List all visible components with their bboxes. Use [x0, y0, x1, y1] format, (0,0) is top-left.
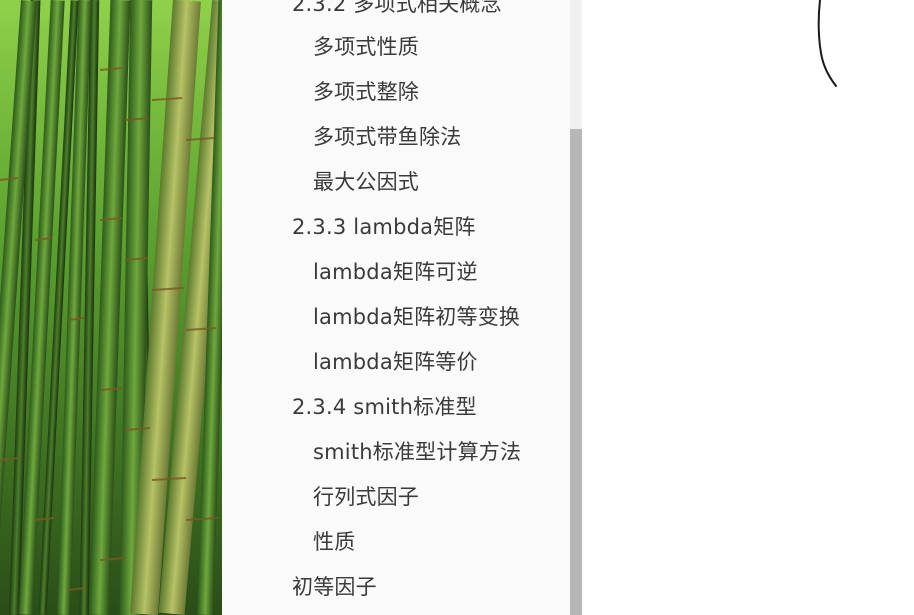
background-image [0, 0, 222, 615]
toc-item-elementary-divisors[interactable]: 初等因子 [292, 573, 377, 601]
toc-scrollbar[interactable] [570, 0, 582, 615]
toc-item-properties[interactable]: 性质 [313, 528, 355, 556]
main-content [582, 0, 914, 615]
toc-item-polynomial-division-with-remainder[interactable]: 多项式带鱼除法 [313, 123, 461, 151]
toc-item-smith-method[interactable]: smith标准型计算方法 [313, 438, 521, 466]
toc-item-determinant-factors[interactable]: 行列式因子 [313, 483, 419, 511]
toc-item-2-3-2[interactable]: 2.3.2 多项式相关概念 [292, 0, 502, 18]
toc-item-lambda-equivalence[interactable]: lambda矩阵等价 [313, 348, 478, 376]
toc-item-lambda-invertible[interactable]: lambda矩阵可逆 [313, 258, 478, 286]
table-of-contents: 2.3.2 多项式相关概念 多项式性质 多项式整除 多项式带鱼除法 最大公因式 … [222, 0, 582, 615]
toc-item-polynomial-divisibility[interactable]: 多项式整除 [313, 78, 419, 106]
toc-item-lambda-elementary-transform[interactable]: lambda矩阵初等变换 [313, 303, 520, 331]
toc-item-2-3-3[interactable]: 2.3.3 lambda矩阵 [292, 213, 476, 241]
pen-stroke [817, 0, 837, 87]
app-window: 2.3.2 多项式相关概念 多项式性质 多项式整除 多项式带鱼除法 最大公因式 … [0, 0, 914, 615]
toc-item-polynomial-properties[interactable]: 多项式性质 [313, 33, 419, 61]
toc-item-gcd[interactable]: 最大公因式 [313, 168, 419, 196]
toc-item-2-3-4[interactable]: 2.3.4 smith标准型 [292, 393, 477, 421]
bamboo-illustration [0, 0, 222, 615]
toc-scrollbar-thumb[interactable] [570, 129, 582, 615]
